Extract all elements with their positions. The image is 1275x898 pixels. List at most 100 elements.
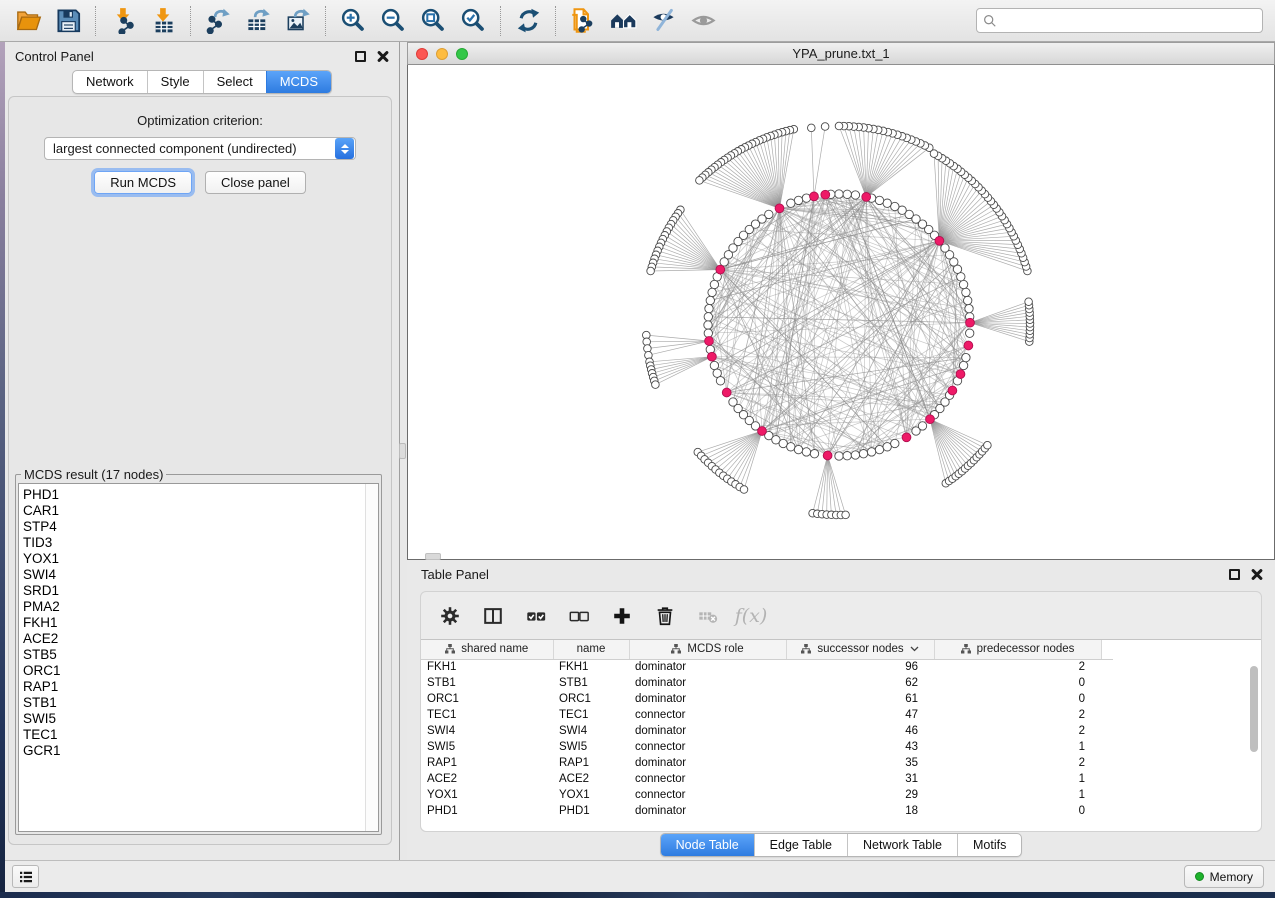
cell-predecessor-nodes[interactable]: 0 <box>934 675 1101 691</box>
cell-shared-name[interactable]: SWI5 <box>421 739 553 755</box>
zoom-in-button[interactable] <box>333 4 373 38</box>
task-history-button[interactable] <box>12 865 39 888</box>
table-row[interactable]: ORC1ORC1dominator610 <box>421 691 1113 707</box>
cell-predecessor-nodes[interactable]: 0 <box>934 691 1101 707</box>
cell-name[interactable]: PHD1 <box>553 803 629 819</box>
mcds-result-item[interactable]: TID3 <box>23 535 365 551</box>
search-input[interactable] <box>997 13 1256 28</box>
cell-successor-nodes[interactable]: 43 <box>786 739 934 755</box>
table-scrollbar[interactable] <box>1249 662 1260 831</box>
cell-MCDS-role[interactable]: connector <box>629 787 786 803</box>
cell-successor-nodes[interactable]: 62 <box>786 675 934 691</box>
cell-shared-name[interactable]: ORC1 <box>421 691 553 707</box>
optimization-criterion-dropdown[interactable]: largest connected component (undirected) <box>44 137 356 160</box>
network-window-titlebar[interactable]: YPA_prune.txt_1 <box>407 42 1275 65</box>
cell-MCDS-role[interactable]: dominator <box>629 755 786 771</box>
table-row[interactable]: SWI4SWI4dominator462 <box>421 723 1113 739</box>
cell-MCDS-role[interactable]: dominator <box>629 803 786 819</box>
cell-name[interactable]: TEC1 <box>553 707 629 723</box>
mcds-result-item[interactable]: YOX1 <box>23 551 365 567</box>
cell-successor-nodes[interactable]: 18 <box>786 803 934 819</box>
cell-MCDS-role[interactable]: dominator <box>629 659 786 675</box>
mcds-result-item[interactable]: ORC1 <box>23 663 365 679</box>
tab-network[interactable]: Network <box>73 71 147 93</box>
select-all-checks-button[interactable] <box>523 603 549 629</box>
cell-name[interactable]: ORC1 <box>553 691 629 707</box>
cell-shared-name[interactable]: FKH1 <box>421 659 553 675</box>
import-table-button[interactable] <box>143 4 183 38</box>
mcds-result-item[interactable]: STB5 <box>23 647 365 663</box>
table-row[interactable]: ACE2ACE2connector311 <box>421 771 1113 787</box>
zoom-selected-button[interactable] <box>453 4 493 38</box>
mcds-result-item[interactable]: TEC1 <box>23 727 365 743</box>
search-box[interactable] <box>976 8 1263 33</box>
cell-successor-nodes[interactable]: 31 <box>786 771 934 787</box>
mcds-result-item[interactable]: RAP1 <box>23 679 365 695</box>
mcds-result-item[interactable]: GCR1 <box>23 743 365 759</box>
cell-name[interactable]: ACE2 <box>553 771 629 787</box>
cell-shared-name[interactable]: PHD1 <box>421 803 553 819</box>
cell-shared-name[interactable]: TEC1 <box>421 707 553 723</box>
export-table-button[interactable] <box>238 4 278 38</box>
float-panel-icon[interactable] <box>355 51 366 62</box>
cell-shared-name[interactable]: STB1 <box>421 675 553 691</box>
houses-button[interactable] <box>603 4 643 38</box>
mcds-result-item[interactable]: SWI5 <box>23 711 365 727</box>
cell-predecessor-nodes[interactable]: 2 <box>934 755 1101 771</box>
float-table-panel-icon[interactable] <box>1229 569 1240 580</box>
cell-predecessor-nodes[interactable]: 2 <box>934 707 1101 723</box>
cell-MCDS-role[interactable]: connector <box>629 739 786 755</box>
cell-successor-nodes[interactable]: 46 <box>786 723 934 739</box>
cell-successor-nodes[interactable]: 35 <box>786 755 934 771</box>
cell-shared-name[interactable]: SWI4 <box>421 723 553 739</box>
mcds-result-item[interactable]: SRD1 <box>23 583 365 599</box>
export-network-button[interactable] <box>198 4 238 38</box>
column-header-predecessor-nodes[interactable]: predecessor nodes <box>934 640 1101 659</box>
mcds-result-item[interactable]: ACE2 <box>23 631 365 647</box>
cell-predecessor-nodes[interactable]: 0 <box>934 803 1101 819</box>
cell-name[interactable]: RAP1 <box>553 755 629 771</box>
cell-predecessor-nodes[interactable]: 1 <box>934 771 1101 787</box>
tab-mcds[interactable]: MCDS <box>266 71 331 93</box>
table-row[interactable]: SWI5SWI5connector431 <box>421 739 1113 755</box>
run-mcds-button[interactable]: Run MCDS <box>94 171 192 194</box>
network-canvas[interactable] <box>407 65 1275 560</box>
column-header-successor-nodes[interactable]: successor nodes <box>786 640 934 659</box>
tab-select[interactable]: Select <box>203 71 266 93</box>
tab-node-table[interactable]: Node Table <box>661 834 754 856</box>
vertical-splitter-handle[interactable] <box>399 443 406 459</box>
mcds-list-scrollbar[interactable] <box>365 484 378 831</box>
unselect-all-checks-button[interactable] <box>566 603 592 629</box>
cell-successor-nodes[interactable]: 61 <box>786 691 934 707</box>
cell-name[interactable]: FKH1 <box>553 659 629 675</box>
table-scrollbar-thumb[interactable] <box>1250 666 1258 752</box>
column-header-shared-name[interactable]: shared name <box>421 640 553 659</box>
horizontal-splitter-handle[interactable] <box>425 553 441 560</box>
cell-name[interactable]: STB1 <box>553 675 629 691</box>
cell-MCDS-role[interactable]: dominator <box>629 723 786 739</box>
cell-name[interactable]: YOX1 <box>553 787 629 803</box>
mcds-result-item[interactable]: STB1 <box>23 695 365 711</box>
cell-predecessor-nodes[interactable]: 1 <box>934 739 1101 755</box>
mcds-result-list[interactable]: PHD1CAR1STP4TID3YOX1SWI4SRD1PMA2FKH1ACE2… <box>18 483 379 832</box>
cell-successor-nodes[interactable]: 96 <box>786 659 934 675</box>
mcds-result-item[interactable]: SWI4 <box>23 567 365 583</box>
cell-MCDS-role[interactable]: connector <box>629 707 786 723</box>
new-network-from-selection-button[interactable] <box>563 4 603 38</box>
cell-name[interactable]: SWI4 <box>553 723 629 739</box>
tab-network-table[interactable]: Network Table <box>847 834 957 856</box>
hide-details-button[interactable] <box>643 4 683 38</box>
table-row[interactable]: PHD1PHD1dominator180 <box>421 803 1113 819</box>
table-row[interactable]: TEC1TEC1connector472 <box>421 707 1113 723</box>
zoom-out-button[interactable] <box>373 4 413 38</box>
cell-shared-name[interactable]: YOX1 <box>421 787 553 803</box>
tab-edge-table[interactable]: Edge Table <box>754 834 847 856</box>
column-header-MCDS-role[interactable]: MCDS role <box>629 640 786 659</box>
delete-column-button[interactable] <box>652 603 678 629</box>
export-image-button[interactable] <box>278 4 318 38</box>
import-network-button[interactable] <box>103 4 143 38</box>
close-panel-icon[interactable] <box>377 50 389 62</box>
close-panel-button[interactable]: Close panel <box>205 171 306 194</box>
zoom-fit-button[interactable] <box>413 4 453 38</box>
tab-style[interactable]: Style <box>147 71 203 93</box>
